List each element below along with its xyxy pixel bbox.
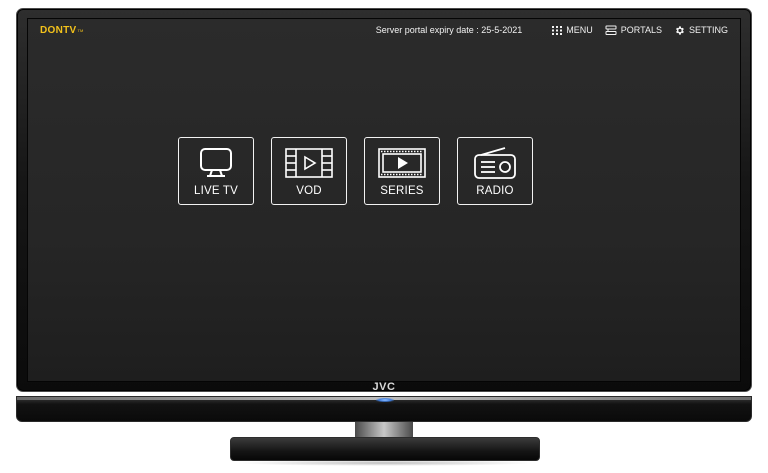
tv-stand-neck xyxy=(355,422,413,438)
tile-live-tv[interactable]: LIVE TV xyxy=(178,137,254,205)
menu-label: MENU xyxy=(566,25,593,35)
tile-label: RADIO xyxy=(476,185,514,197)
tile-label: LIVE TV xyxy=(193,185,238,197)
film-play-icon xyxy=(285,148,333,178)
tv-brand: JVC xyxy=(372,381,396,393)
portals-button[interactable]: PORTALS xyxy=(605,25,662,36)
portals-icon xyxy=(605,25,617,35)
tv-stage: DONTV TM Server portal expiry date : 25-… xyxy=(0,0,768,473)
top-bar: DONTV TM Server portal expiry date : 25-… xyxy=(28,19,740,41)
app-logo-sub: TM xyxy=(77,27,84,33)
setting-button[interactable]: SETTING xyxy=(674,25,728,36)
tile-label: VOD xyxy=(296,185,322,197)
portals-label: PORTALS xyxy=(620,25,662,35)
tile-radio[interactable]: RADIO xyxy=(457,137,533,205)
stand-shadow xyxy=(235,460,535,466)
tile-label: SERIES xyxy=(380,185,424,197)
app-logo: DONTV xyxy=(40,24,77,36)
menu-button[interactable]: MENU xyxy=(552,25,593,35)
tv-icon xyxy=(200,148,232,177)
tile-series[interactable]: SERIES xyxy=(364,137,440,205)
setting-label: SETTING xyxy=(688,25,728,35)
tile-vod[interactable]: VOD xyxy=(271,137,347,205)
power-led xyxy=(376,398,394,402)
gear-icon xyxy=(676,25,684,35)
tv-screen: DONTV TM Server portal expiry date : 25-… xyxy=(27,18,741,382)
radio-icon xyxy=(474,147,516,179)
grid-icon xyxy=(552,25,563,35)
tv-stand-base xyxy=(230,437,540,461)
series-play-icon xyxy=(378,148,426,178)
expiry-text: Server portal expiry date : 25-5-2021 xyxy=(375,25,523,35)
